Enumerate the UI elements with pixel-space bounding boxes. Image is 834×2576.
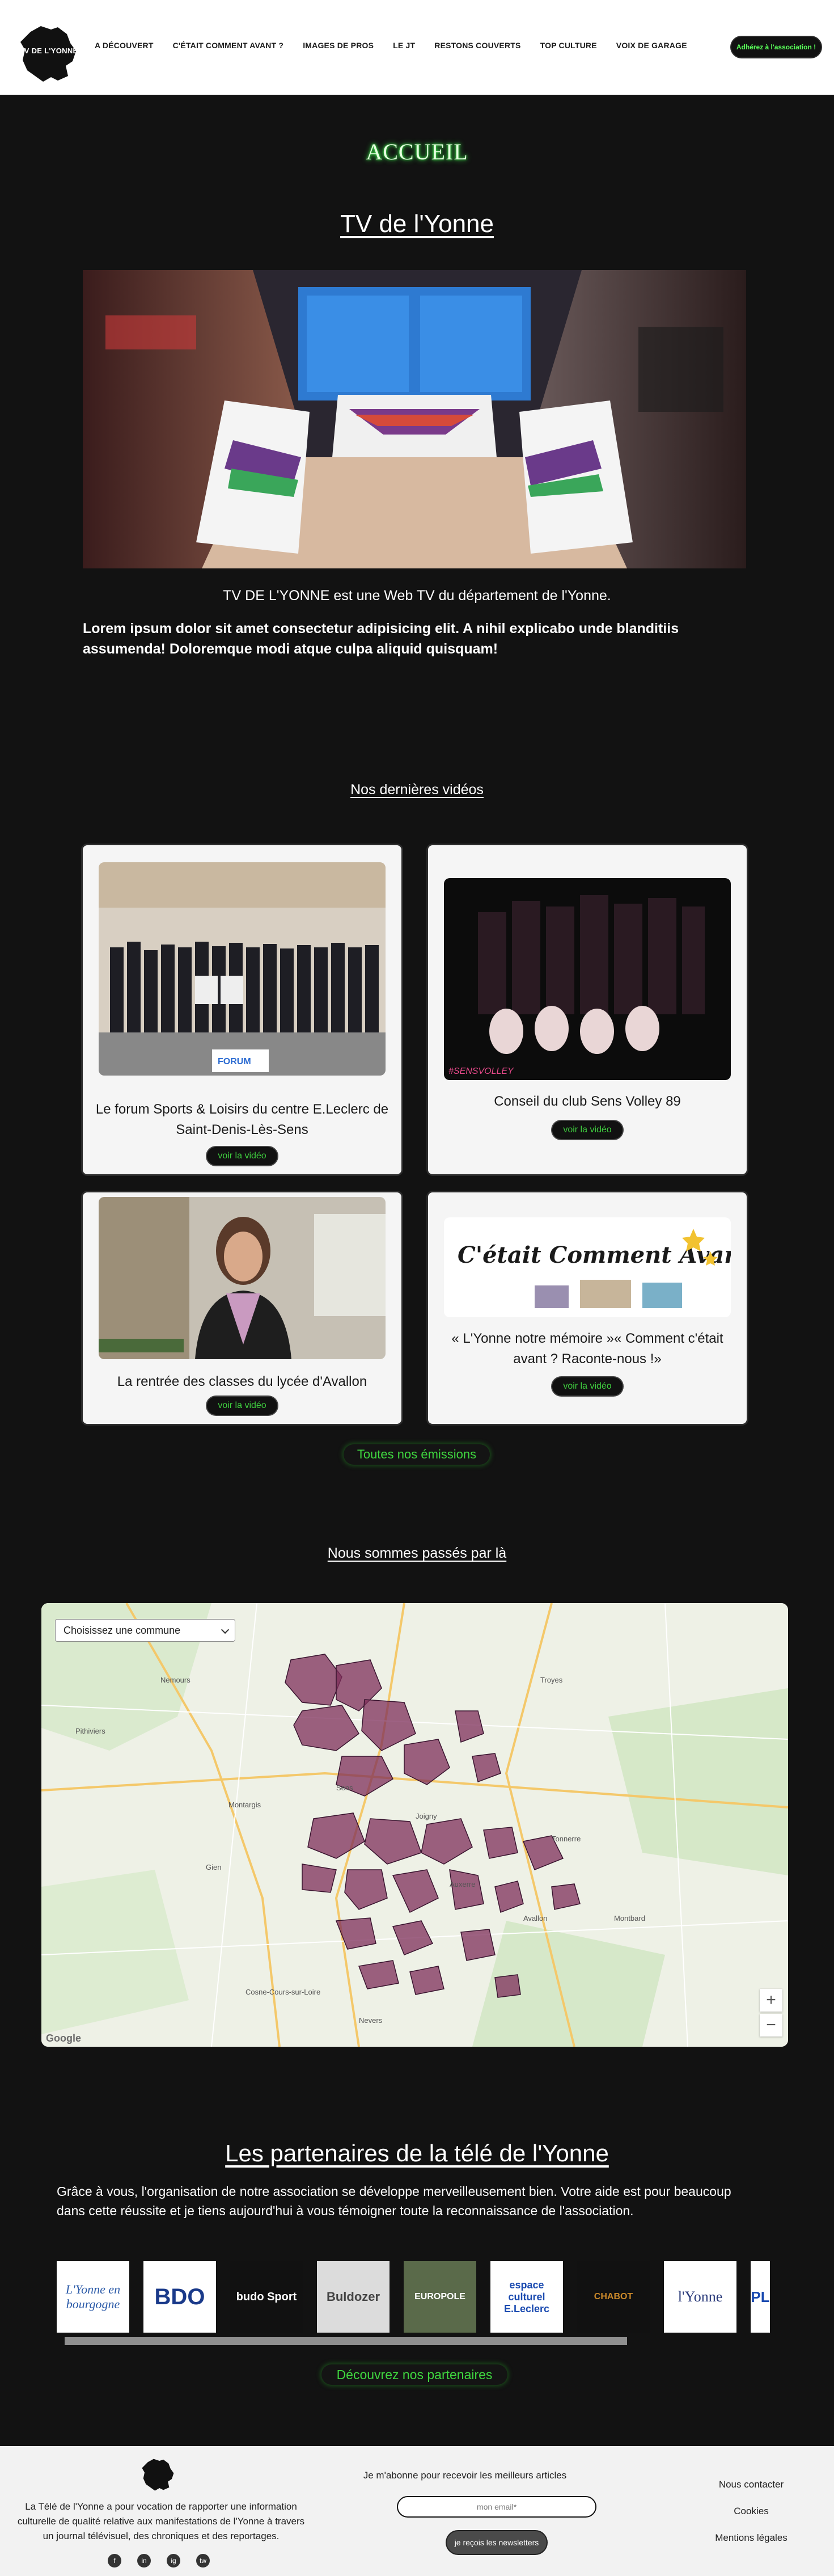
map-town: Nemours <box>160 1676 190 1684</box>
map-town: Pithiviers <box>75 1727 105 1735</box>
video-caption: Le forum Sports & Loisirs du centre E.Le… <box>95 1102 389 1137</box>
map-town: Auxerre <box>450 1880 476 1888</box>
cetait-comment-avant-banner: C'était Comment Avant ? <box>444 1217 731 1317</box>
newsletter-email-input[interactable] <box>397 2496 596 2518</box>
footer-links: Nous contacter Cookies Mentions légales <box>697 2479 805 2559</box>
page-title: TV de l'Yonne <box>340 210 494 238</box>
partner-logo[interactable]: CHABOT <box>577 2261 650 2333</box>
site-header: TV DE L'YONNE A DÉCOUVERT C'ÉTAIT COMMEN… <box>0 0 834 95</box>
volley-team-photo: #SENSVOLLEY <box>444 878 731 1080</box>
partner-logo[interactable]: BDO <box>143 2261 216 2333</box>
commune-select-label: Choisissez une commune <box>63 1624 181 1636</box>
partners-carousel[interactable]: L'Yonne en bourgogne BDO budo Sport Buld… <box>57 2261 770 2333</box>
partner-logo[interactable]: budo Sport <box>230 2261 303 2333</box>
nav-item-voix-de-garage[interactable]: VOIX DE GARAGE <box>607 41 697 50</box>
yonne-map-logo-icon <box>142 2459 174 2491</box>
watch-video-button[interactable]: voir la vidéo <box>207 1147 277 1165</box>
footer-logo[interactable] <box>141 2456 176 2493</box>
video-caption: « L'Yonne notre mémoire »« Comment c'éta… <box>451 1331 723 1367</box>
nav-item-a-decouvert[interactable]: A DÉCOUVERT <box>85 41 163 50</box>
map-town: Nevers <box>359 2016 383 2025</box>
twitter-icon[interactable]: tw <box>196 2554 210 2567</box>
map-town: Troyes <box>540 1676 563 1684</box>
partners-text: Grâce à vous, l'organisation de notre as… <box>57 2184 731 2218</box>
lorem-text: Lorem ipsum dolor sit amet consectetur a… <box>83 621 679 657</box>
all-shows-button[interactable]: Toutes nos émissions <box>344 1444 490 1465</box>
video-card[interactable]: La rentrée des classes du lycée d'Avallo… <box>83 1192 401 1424</box>
video-thumbnail[interactable]: FORUM <box>99 862 386 1076</box>
map-town: Joigny <box>416 1812 437 1820</box>
video-card[interactable]: C'était Comment Avant ? « L'Yonne notre … <box>428 1192 747 1424</box>
partner-logo[interactable]: espace culturel E.Leclerc <box>490 2261 563 2333</box>
partner-logo[interactable]: EUROPOLE <box>404 2261 476 2333</box>
site-footer: La Télé de l'Yonne a pour vocation de ra… <box>0 2446 834 2576</box>
intro-text: TV DE L'YONNE est une Web TV du départem… <box>223 588 611 604</box>
watch-video-button[interactable]: voir la vidéo <box>552 1377 623 1395</box>
watch-video-button[interactable]: voir la vidéo <box>552 1121 623 1139</box>
nav-item-cetait-comment-avant[interactable]: C'ÉTAIT COMMENT AVANT ? <box>163 41 294 50</box>
forum-group-photo: FORUM <box>99 862 386 1076</box>
nav-item-top-culture[interactable]: TOP CULTURE <box>531 41 607 50</box>
video-thumbnail[interactable]: #SENSVOLLEY <box>444 878 731 1080</box>
watch-video-button[interactable]: voir la vidéo <box>207 1397 277 1415</box>
studio-image <box>83 270 746 568</box>
nav-item-images-de-pros[interactable]: IMAGES DE PROS <box>293 41 383 50</box>
forum-badge: FORUM <box>218 1057 251 1066</box>
map-section-title: Nous sommes passés par là <box>327 1545 507 1561</box>
map-canvas: Troyes Sens Montargis Auxerre Avallon Ne… <box>41 1603 788 2047</box>
video-thumbnail[interactable] <box>99 1197 386 1359</box>
contact-link[interactable]: Nous contacter <box>697 2479 805 2490</box>
chevron-down-icon <box>221 1625 230 1634</box>
legal-notice-link[interactable]: Mentions légales <box>697 2532 805 2544</box>
tv-studio-illustration <box>83 270 746 568</box>
communes-map[interactable]: Troyes Sens Montargis Auxerre Avallon Ne… <box>41 1603 788 2047</box>
partner-logo[interactable]: L'Yonne en bourgogne <box>57 2261 129 2333</box>
video-card[interactable]: #SENSVOLLEY Conseil du club Sens Volley … <box>428 845 747 1174</box>
footer-description: La Télé de l'Yonne a pour vocation de ra… <box>17 2501 305 2541</box>
lycee-interview-photo <box>99 1197 386 1359</box>
partner-logo[interactable]: l'Yonne <box>664 2261 736 2333</box>
volley-badge: #SENSVOLLEY <box>448 1066 514 1076</box>
video-caption: Conseil du club Sens Volley 89 <box>494 1094 681 1109</box>
video-card[interactable]: FORUM Le forum Sports & Loisirs du centr… <box>83 845 401 1174</box>
videos-section-title: Nos dernières vidéos <box>350 782 484 798</box>
map-town: Tonnerre <box>552 1835 581 1843</box>
map-town: Montargis <box>228 1801 261 1809</box>
map-town: Avallon <box>523 1914 547 1922</box>
newsletter-label: Je m'abonne pour recevoir les meilleurs … <box>363 2470 567 2481</box>
site-logo[interactable]: TV DE L'YONNE <box>18 22 79 85</box>
google-attribution: Google <box>46 2033 81 2044</box>
commune-select[interactable]: Choisissez une commune <box>55 1619 235 1642</box>
linkedin-icon[interactable]: in <box>137 2554 151 2567</box>
accueil-heading: ACCUEIL <box>366 139 468 165</box>
cookies-link[interactable]: Cookies <box>697 2506 805 2517</box>
main-nav: A DÉCOUVERT C'ÉTAIT COMMENT AVANT ? IMAG… <box>85 41 697 50</box>
video-caption: La rentrée des classes du lycée d'Avallo… <box>117 1374 367 1389</box>
logo-text: TV DE L'YONNE <box>19 47 78 55</box>
zoom-in-button[interactable]: + <box>760 1989 782 2012</box>
partners-title: Les partenaires de la télé de l'Yonne <box>225 2140 609 2166</box>
join-association-button[interactable]: Adhérez à l'association ! <box>731 37 821 57</box>
map-town: Gien <box>206 1863 221 1871</box>
social-links: f in ig tw <box>108 2554 210 2567</box>
discover-partners-button[interactable]: Découvrez nos partenaires <box>321 2364 507 2385</box>
carousel-scrollbar[interactable] <box>65 2337 627 2345</box>
newsletter-subscribe-button[interactable]: je reçois les newsletters <box>447 2531 547 2554</box>
map-town: Cosne-Cours-sur-Loire <box>245 1988 320 1996</box>
facebook-icon[interactable]: f <box>108 2554 121 2567</box>
partner-logo[interactable]: Buldozer <box>317 2261 390 2333</box>
video-thumbnail[interactable]: C'était Comment Avant ? <box>444 1217 731 1317</box>
zoom-out-button[interactable]: − <box>760 2014 782 2037</box>
map-town: Montbard <box>614 1914 645 1922</box>
nav-item-le-jt[interactable]: LE JT <box>383 41 425 50</box>
partner-logo[interactable]: PL <box>751 2261 770 2333</box>
instagram-icon[interactable]: ig <box>167 2554 180 2567</box>
map-town: Sens <box>336 1784 353 1792</box>
nav-item-restons-couverts[interactable]: RESTONS COUVERTS <box>425 41 530 50</box>
